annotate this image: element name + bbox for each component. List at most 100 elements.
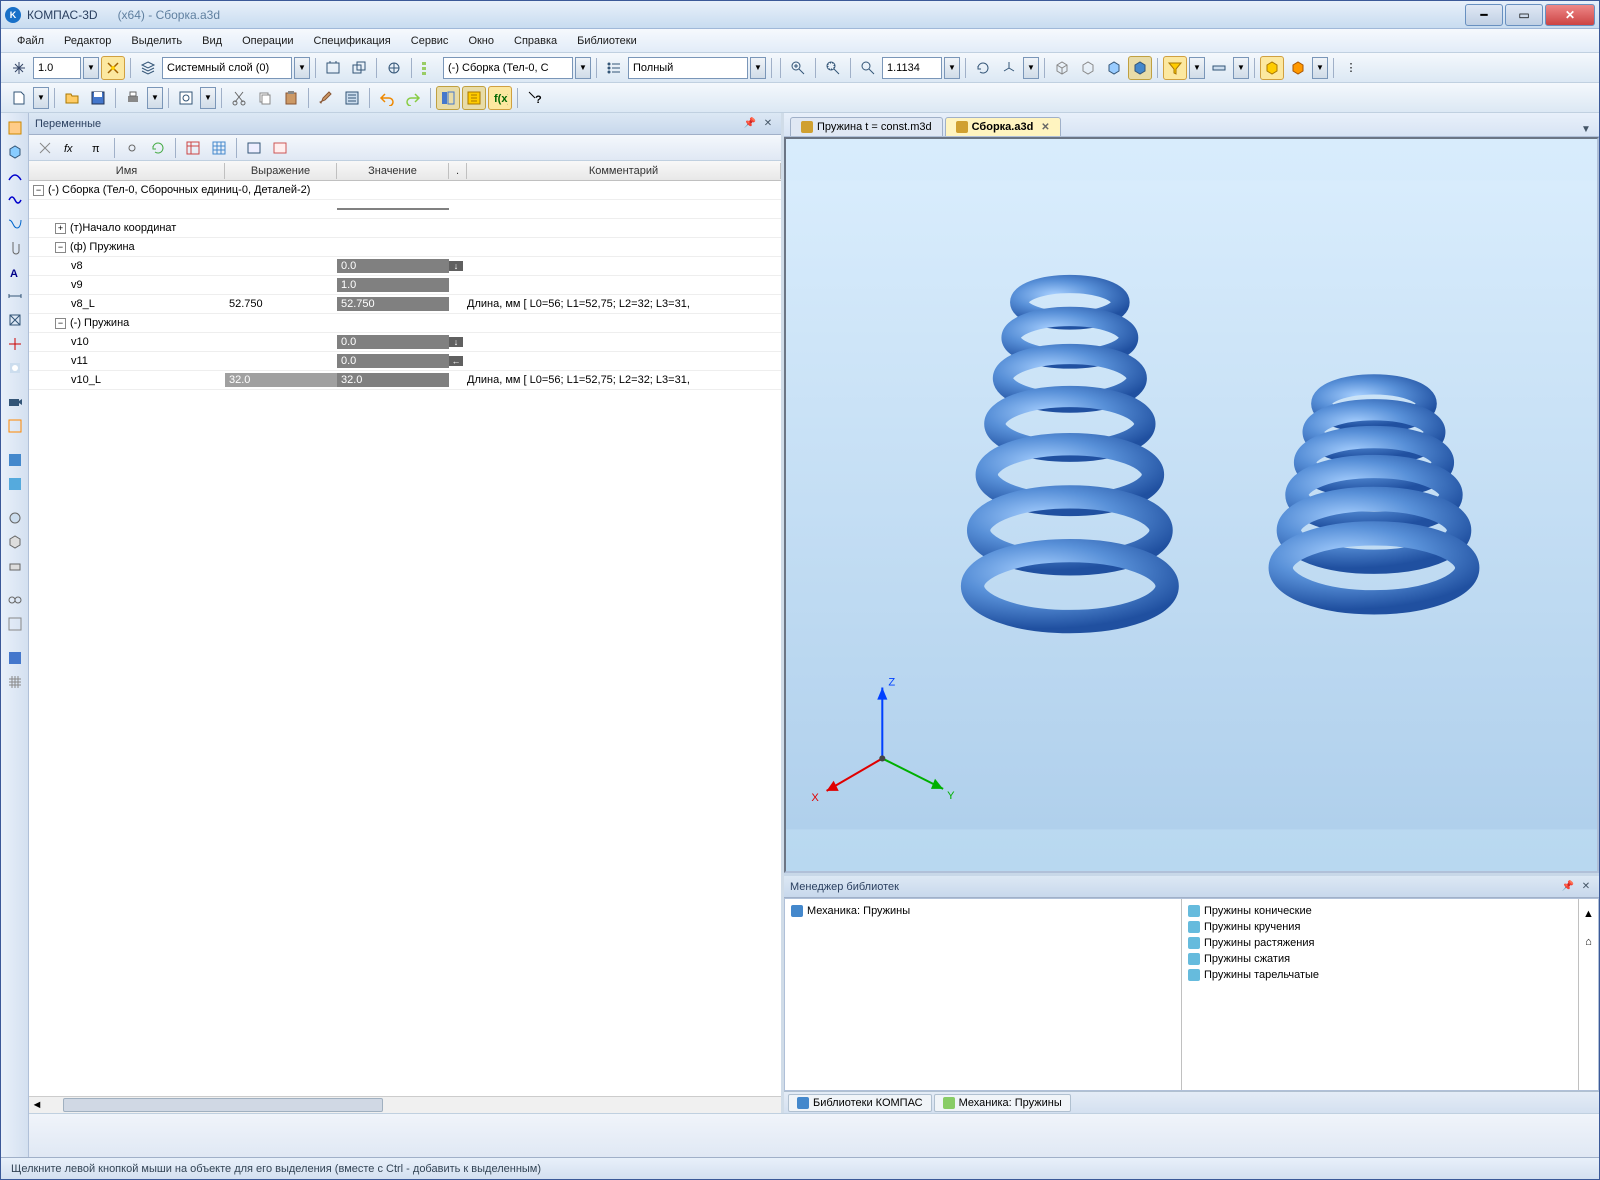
vt-link-icon[interactable] — [120, 136, 144, 160]
menu-file[interactable]: Файл — [9, 32, 52, 50]
print-dropdown[interactable]: ▼ — [147, 87, 163, 109]
measure-icon[interactable] — [1207, 56, 1231, 80]
lt-op1-icon[interactable] — [4, 507, 26, 529]
lt-op4-icon[interactable] — [4, 589, 26, 611]
whats-this-icon[interactable]: ? — [523, 86, 547, 110]
shaded-edges-icon[interactable] — [1102, 56, 1126, 80]
wireframe-icon[interactable] — [1050, 56, 1074, 80]
brush-icon[interactable] — [314, 86, 338, 110]
lt-constraint-icon[interactable] — [4, 309, 26, 331]
display-dropdown[interactable]: ▼ — [750, 57, 766, 79]
display-combo[interactable]: Полный — [628, 57, 748, 79]
nav-icon[interactable] — [7, 56, 31, 80]
lib-item-torsion[interactable]: Пружины кручения — [1186, 919, 1574, 935]
zoom-combo[interactable]: 1.1134 — [882, 57, 942, 79]
paste-icon[interactable] — [279, 86, 303, 110]
library-tree[interactable]: Механика: Пружины — [785, 899, 1182, 1090]
fx-icon[interactable]: f(x) — [488, 86, 512, 110]
scale-dropdown[interactable]: ▼ — [83, 57, 99, 79]
table-row[interactable]: v8_L 52.750 52.750 Длина, мм [ L0=56; L1… — [29, 295, 781, 314]
lt-blue1-icon[interactable] — [4, 449, 26, 471]
lt-save2-icon[interactable] — [4, 647, 26, 669]
panel-close-icon[interactable]: ✕ — [761, 117, 775, 131]
table-row[interactable]: v11 0.0 ← — [29, 352, 781, 371]
properties-icon[interactable] — [340, 86, 364, 110]
lt-op3-icon[interactable] — [4, 555, 26, 577]
lib-item-extension[interactable]: Пружины растяжения — [1186, 935, 1574, 951]
maximize-button[interactable]: ▭ — [1505, 4, 1543, 26]
layer-combo[interactable]: Системный слой (0) — [162, 57, 292, 79]
h-scrollbar[interactable]: ◄ — [29, 1096, 781, 1113]
lt-cube-icon[interactable] — [4, 141, 26, 163]
vt-delete-icon[interactable] — [33, 136, 57, 160]
assembly-combo[interactable]: (-) Сборка (Тел-0, С — [443, 57, 573, 79]
expand-icon[interactable]: − — [55, 318, 66, 329]
col-value[interactable]: Значение — [337, 163, 449, 179]
tb-btn-b[interactable] — [347, 56, 371, 80]
scroll-thumb[interactable] — [63, 1098, 383, 1112]
menu-window[interactable]: Окно — [460, 32, 502, 50]
col-comment[interactable]: Комментарий — [467, 163, 781, 179]
table-row[interactable]: + (т)Начало координат — [29, 219, 781, 238]
orange-cube-icon[interactable] — [1286, 56, 1310, 80]
new-icon[interactable] — [7, 86, 31, 110]
zoom-fit-icon[interactable] — [821, 56, 845, 80]
col-flag[interactable]: . — [449, 163, 467, 179]
lt-op2-icon[interactable] — [4, 531, 26, 553]
lt-camera-icon[interactable] — [4, 391, 26, 413]
close-button[interactable]: ✕ — [1545, 4, 1595, 26]
menu-libs[interactable]: Библиотеки — [569, 32, 645, 50]
lt-clip-icon[interactable] — [4, 237, 26, 259]
table-row[interactable]: v8 0.0 ↓ — [29, 257, 781, 276]
new-dropdown[interactable]: ▼ — [33, 87, 49, 109]
menu-service[interactable]: Сервис — [403, 32, 457, 50]
menu-operations[interactable]: Операции — [234, 32, 301, 50]
lt-wave-icon[interactable] — [4, 213, 26, 235]
expand-icon[interactable]: + — [55, 223, 66, 234]
open-icon[interactable] — [60, 86, 84, 110]
lt-grid-icon[interactable] — [4, 671, 26, 693]
redo-icon[interactable] — [401, 86, 425, 110]
orient-icon[interactable] — [997, 56, 1021, 80]
orient-dropdown[interactable]: ▼ — [1023, 57, 1039, 79]
table-row[interactable]: v9 1.0 — [29, 276, 781, 295]
vt-table-icon[interactable] — [181, 136, 205, 160]
preview-dropdown[interactable]: ▼ — [200, 87, 216, 109]
zoom-win-icon[interactable] — [856, 56, 880, 80]
tree-icon[interactable] — [417, 56, 441, 80]
lt-spline-icon[interactable] — [4, 189, 26, 211]
tree-root-row[interactable]: − (-) Сборка (Тел-0, Сборочных единиц-0,… — [29, 181, 781, 200]
undo-icon[interactable] — [375, 86, 399, 110]
col-expr[interactable]: Выражение — [225, 163, 337, 179]
bullet-list-icon[interactable] — [602, 56, 626, 80]
tab-close-icon[interactable]: ✕ — [1041, 122, 1049, 133]
cube-dropdown[interactable]: ▼ — [1312, 57, 1328, 79]
lib-item-compression[interactable]: Пружины сжатия — [1186, 951, 1574, 967]
lt-feat1-icon[interactable] — [4, 357, 26, 379]
library-list[interactable]: Пружины конические Пружины кручения Пруж… — [1182, 899, 1578, 1090]
cut-icon[interactable] — [227, 86, 251, 110]
table-row[interactable]: v10 0.0 ↓ — [29, 333, 781, 352]
col-name[interactable]: Имя — [29, 163, 225, 179]
menu-select[interactable]: Выделить — [123, 32, 190, 50]
lib-tab-kompas[interactable]: Библиотеки КОМПАС — [788, 1094, 932, 1112]
scale-combo[interactable]: 1.0 — [33, 57, 81, 79]
lib-up-icon[interactable]: ▲ — [1578, 903, 1600, 925]
3d-viewport[interactable]: Z Y X — [784, 137, 1599, 873]
table-row[interactable]: − (ф) Пружина — [29, 238, 781, 257]
snap-toggle-icon[interactable] — [101, 56, 125, 80]
layer-dropdown[interactable]: ▼ — [294, 57, 310, 79]
hidden-icon[interactable] — [1076, 56, 1100, 80]
vt-fx-icon[interactable]: fx — [59, 136, 83, 160]
shaded-icon[interactable] — [1128, 56, 1152, 80]
vt-refresh-icon[interactable] — [146, 136, 170, 160]
layers-icon[interactable] — [136, 56, 160, 80]
panel-pin-icon[interactable]: 📌 — [743, 117, 757, 131]
menu-edit[interactable]: Редактор — [56, 32, 119, 50]
lt-edit-icon[interactable] — [4, 117, 26, 139]
lt-curve-icon[interactable] — [4, 165, 26, 187]
panel-toggle-1-icon[interactable] — [436, 86, 460, 110]
lib-item-conical[interactable]: Пружины конические — [1186, 903, 1574, 919]
tb-btn-a[interactable] — [321, 56, 345, 80]
vt-del-icon[interactable] — [268, 136, 292, 160]
